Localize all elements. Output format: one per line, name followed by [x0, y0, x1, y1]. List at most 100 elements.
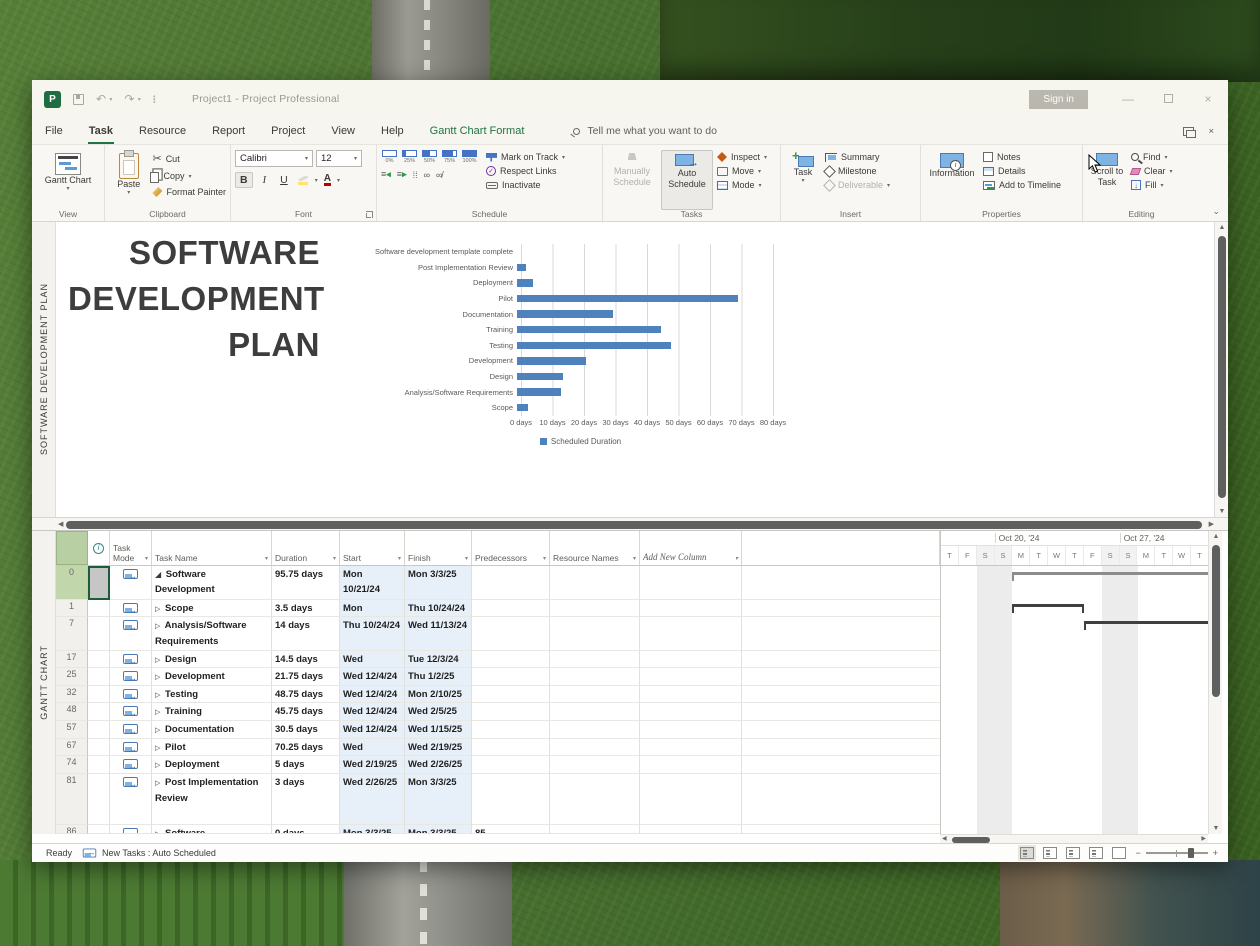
resource-names-cell[interactable]	[550, 566, 640, 600]
predecessors-cell[interactable]	[472, 756, 550, 774]
resource-names-cell[interactable]	[550, 825, 640, 834]
add-new-column-cell[interactable]	[640, 825, 742, 834]
add-to-timeline-button[interactable]: Add to Timeline	[983, 180, 1061, 190]
gantt-pane-side-strip[interactable]: GANTT CHART	[32, 531, 56, 834]
close-button[interactable]: ×	[1188, 92, 1228, 106]
expand-triangle-icon[interactable]: ▷	[155, 780, 160, 787]
add-new-column-cell[interactable]	[640, 651, 742, 668]
add-new-column-cell[interactable]	[640, 617, 742, 651]
gantt-view-icon[interactable]	[1020, 847, 1034, 859]
add-new-column-cell[interactable]	[640, 566, 742, 600]
add-new-column-cell[interactable]	[640, 739, 742, 756]
row-number[interactable]: 81	[56, 774, 88, 825]
ribbon-display-options-icon[interactable]	[1183, 127, 1194, 136]
ribbon-close-icon[interactable]: ×	[1208, 126, 1214, 137]
row-number[interactable]: 74	[56, 756, 88, 774]
start-cell[interactable]: Wed 12/4/24	[340, 703, 405, 721]
predecessors-cell[interactable]: 85	[472, 825, 550, 834]
resource-names-cell[interactable]	[550, 686, 640, 703]
info-cell[interactable]	[88, 651, 110, 668]
gantt-vertical-scrollbar[interactable]: ▲ ▼	[1208, 531, 1222, 834]
tab-view[interactable]: View	[318, 118, 368, 144]
sign-in-button[interactable]: Sign in	[1029, 90, 1088, 109]
manually-schedule-button[interactable]: Manually Schedule	[607, 150, 657, 210]
column-header-add-new-column[interactable]: Add New Column▾	[640, 531, 742, 565]
row-number[interactable]: 1	[56, 600, 88, 617]
start-cell[interactable]: Wed 12/4/24	[340, 668, 405, 686]
duration-cell[interactable]: 3.5 days	[272, 600, 340, 617]
italic-button[interactable]: I	[259, 174, 271, 187]
row-number[interactable]: 0	[56, 566, 88, 600]
expand-triangle-icon[interactable]: ▷	[155, 674, 160, 681]
resource-names-cell[interactable]	[550, 617, 640, 651]
start-cell[interactable]: Wed 11/13/24	[340, 739, 405, 756]
column-header-duration[interactable]: Duration▾	[272, 531, 340, 565]
info-cell[interactable]	[88, 600, 110, 617]
resource-names-cell[interactable]	[550, 739, 640, 756]
info-cell[interactable]	[88, 617, 110, 651]
predecessors-cell[interactable]	[472, 566, 550, 600]
zoom-handle[interactable]	[1188, 848, 1194, 858]
finish-cell[interactable]: Thu 1/2/25	[405, 668, 472, 686]
new-tasks-mode-button[interactable]: New Tasks : Auto Scheduled	[82, 848, 216, 858]
resource-names-cell[interactable]	[550, 668, 640, 686]
column-header-start[interactable]: Start▾	[340, 531, 405, 565]
row-number[interactable]: 57	[56, 721, 88, 739]
tab-project[interactable]: Project	[258, 118, 318, 144]
info-column-header[interactable]: i	[88, 531, 110, 565]
bold-button[interactable]: B	[235, 172, 253, 188]
expand-triangle-icon[interactable]: ▷	[155, 709, 160, 716]
duration-cell[interactable]: 95.75 days	[272, 566, 340, 600]
resource-names-cell[interactable]	[550, 721, 640, 739]
expand-triangle-icon[interactable]: ▷	[155, 745, 160, 752]
expand-triangle-icon[interactable]: ▷	[155, 692, 160, 699]
start-cell[interactable]: Mon 3/3/25	[340, 825, 405, 834]
info-cell[interactable]	[88, 668, 110, 686]
maximize-button[interactable]	[1148, 92, 1188, 106]
row-number[interactable]: 25	[56, 668, 88, 686]
save-icon[interactable]	[73, 94, 84, 105]
insert-task-button[interactable]: Task▾	[785, 150, 821, 210]
collapse-ribbon-icon[interactable]: ⌄	[1212, 206, 1220, 217]
info-cell[interactable]	[88, 756, 110, 774]
finish-cell[interactable]: Wed 2/26/25	[405, 756, 472, 774]
start-cell[interactable]: Wed 11/13/24	[340, 651, 405, 668]
find-button[interactable]: Find▾	[1131, 152, 1173, 162]
insert-milestone-button[interactable]: Milestone	[825, 166, 890, 176]
task-name-cell[interactable]: ▷ Post Implementation Review	[152, 774, 272, 825]
link-tasks-icon[interactable]: ∞	[424, 170, 430, 180]
highlight-color-icon[interactable]	[298, 176, 309, 185]
fill-button[interactable]: ↓Fill▾	[1131, 180, 1173, 190]
respect-links-button[interactable]: ✓Respect Links	[486, 166, 565, 176]
task-mode-cell[interactable]	[110, 668, 152, 686]
expand-triangle-icon[interactable]: ▷	[155, 762, 160, 769]
start-cell[interactable]: Thu 10/24/24	[340, 617, 405, 651]
information-button[interactable]: Information	[925, 150, 979, 210]
add-new-column-cell[interactable]	[640, 703, 742, 721]
outdent-task-icon[interactable]: ≡◂	[381, 169, 391, 180]
row-number[interactable]: 67	[56, 739, 88, 756]
column-header-task-name[interactable]: Task Name▾	[152, 531, 272, 565]
resource-names-cell[interactable]	[550, 600, 640, 617]
customize-qat-icon[interactable]: ᎒	[153, 93, 156, 105]
expand-triangle-icon[interactable]: ▷	[155, 623, 160, 630]
task-name-cell[interactable]: ▷ Training	[152, 703, 272, 721]
percent-0-button[interactable]: 0%	[381, 150, 398, 164]
minimize-button[interactable]: —	[1108, 92, 1148, 106]
task-name-cell[interactable]: ▷ Pilot	[152, 739, 272, 756]
column-header-task-mode[interactable]: Task Mode▾	[110, 531, 152, 565]
start-cell[interactable]: Wed 12/4/24	[340, 686, 405, 703]
team-planner-view-icon[interactable]	[1066, 847, 1080, 859]
font-color-icon[interactable]: A	[324, 174, 331, 186]
percent-50-button[interactable]: 50%	[421, 150, 438, 164]
task-mode-cell[interactable]	[110, 600, 152, 617]
predecessors-cell[interactable]	[472, 668, 550, 686]
select-all-corner[interactable]	[56, 531, 88, 565]
resource-names-cell[interactable]	[550, 774, 640, 825]
task-usage-view-icon[interactable]	[1043, 847, 1057, 859]
task-name-cell[interactable]: ▷ Deployment	[152, 756, 272, 774]
duration-cell[interactable]: 14 days	[272, 617, 340, 651]
resource-names-cell[interactable]	[550, 703, 640, 721]
clear-button[interactable]: Clear▾	[1131, 166, 1173, 176]
row-number[interactable]: 7	[56, 617, 88, 651]
